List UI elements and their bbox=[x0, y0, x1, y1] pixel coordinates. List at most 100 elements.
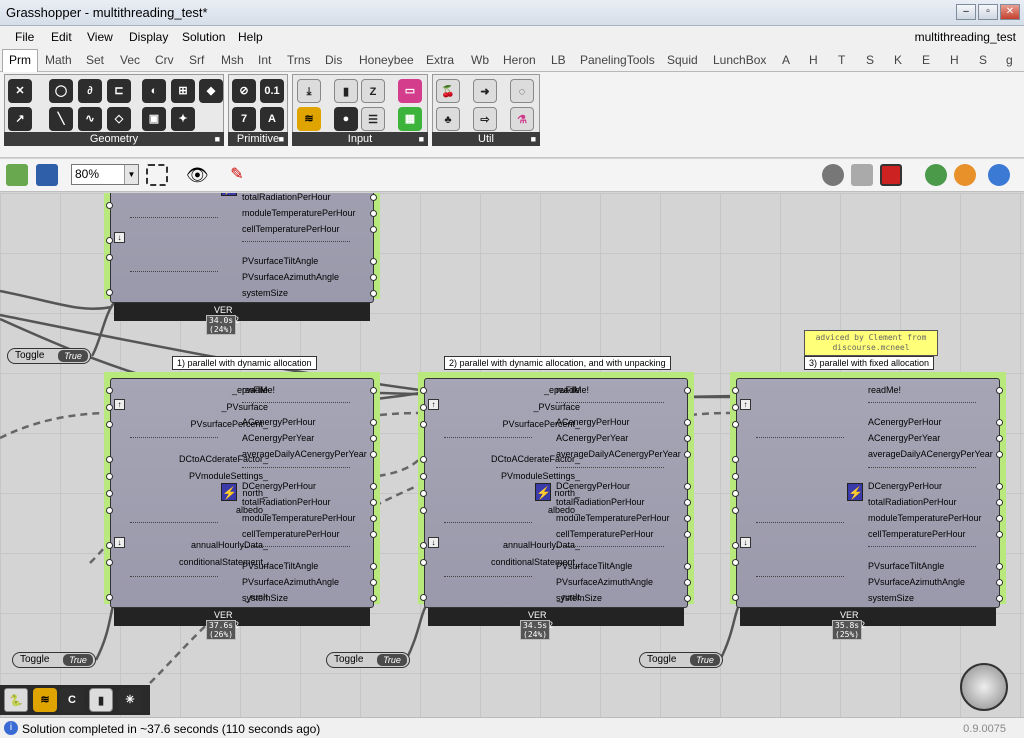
swatch-icon[interactable]: ▦ bbox=[398, 107, 422, 131]
tab-math[interactable]: Math bbox=[45, 53, 72, 67]
tab-trns[interactable]: Trns bbox=[287, 53, 311, 67]
input-port[interactable] bbox=[106, 473, 113, 480]
output-port[interactable] bbox=[684, 419, 691, 426]
output-port[interactable] bbox=[370, 595, 377, 602]
menu-solution[interactable]: Solution bbox=[182, 30, 225, 44]
output-port[interactable] bbox=[370, 435, 377, 442]
tab-h[interactable]: H bbox=[809, 53, 818, 67]
input-port[interactable] bbox=[732, 490, 739, 497]
output-port[interactable] bbox=[996, 435, 1003, 442]
data-icon[interactable]: Z bbox=[361, 79, 385, 103]
input-port[interactable] bbox=[732, 387, 739, 394]
panel-icon[interactable]: ▮ bbox=[334, 79, 358, 103]
tab-s2[interactable]: S bbox=[979, 53, 987, 67]
output-port[interactable] bbox=[370, 515, 377, 522]
input-port[interactable] bbox=[420, 473, 427, 480]
output-port[interactable] bbox=[684, 499, 691, 506]
output-port[interactable] bbox=[996, 595, 1003, 602]
vector-icon[interactable]: ↗ bbox=[8, 107, 32, 131]
mesh-tool-icon[interactable]: ✳ bbox=[118, 688, 142, 712]
csharp-icon[interactable]: C bbox=[60, 688, 84, 712]
output-port[interactable] bbox=[370, 499, 377, 506]
group-header-label[interactable]: 1) parallel with dynamic allocation bbox=[172, 356, 317, 370]
input-port[interactable] bbox=[420, 404, 427, 411]
output-port[interactable] bbox=[370, 579, 377, 586]
curve-icon[interactable]: ∂ bbox=[78, 79, 102, 103]
toggle-component[interactable]: Toggle True bbox=[326, 652, 410, 668]
number-icon[interactable]: 0.1 bbox=[260, 79, 284, 103]
input-port[interactable] bbox=[420, 507, 427, 514]
input-port[interactable] bbox=[106, 490, 113, 497]
tab-lunchbox[interactable]: LunchBox bbox=[713, 53, 766, 67]
tab-s[interactable]: S bbox=[866, 53, 874, 67]
input-port[interactable] bbox=[106, 542, 113, 549]
minimize-button[interactable]: – bbox=[956, 4, 976, 20]
output-port[interactable] bbox=[370, 274, 377, 281]
input-port[interactable] bbox=[106, 507, 113, 514]
import-icon[interactable]: ⤓ bbox=[297, 79, 321, 103]
tab-g[interactable]: g bbox=[1006, 53, 1013, 67]
output-port[interactable] bbox=[684, 563, 691, 570]
input-port[interactable] bbox=[732, 404, 739, 411]
tab-crv[interactable]: Crv bbox=[155, 53, 174, 67]
mesh-icon[interactable]: ⊞ bbox=[171, 79, 195, 103]
output-port[interactable] bbox=[684, 451, 691, 458]
canvas[interactable]: _epwFile _PVsurface PVsurfacePercent_ DCtoA… bbox=[0, 193, 1024, 717]
point-icon[interactable]: ✕ bbox=[8, 79, 32, 103]
color-icon[interactable] bbox=[954, 164, 976, 186]
input-port[interactable] bbox=[732, 559, 739, 566]
geometry-icon[interactable]: ✦ bbox=[171, 107, 195, 131]
python-icon[interactable]: 🐍 bbox=[4, 688, 28, 712]
output-port[interactable] bbox=[996, 515, 1003, 522]
input-port[interactable] bbox=[732, 507, 739, 514]
output-port[interactable] bbox=[370, 226, 377, 233]
cherry-icon[interactable]: 🍒 bbox=[436, 79, 460, 103]
circle-icon[interactable]: ◯ bbox=[49, 79, 73, 103]
input-port[interactable] bbox=[106, 387, 113, 394]
output-port[interactable] bbox=[684, 515, 691, 522]
galapagos-icon[interactable]: ◌ bbox=[510, 79, 534, 103]
tab-e[interactable]: E bbox=[922, 53, 930, 67]
box-icon[interactable]: ▣ bbox=[142, 107, 166, 131]
tab-set[interactable]: Set bbox=[86, 53, 104, 67]
graph-mapper-icon[interactable]: ≋ bbox=[297, 107, 321, 131]
close-button[interactable]: ✕ bbox=[1000, 4, 1020, 20]
output-port[interactable] bbox=[996, 579, 1003, 586]
tree-icon[interactable]: ♣ bbox=[436, 107, 460, 131]
eye-icon[interactable]: 👁 bbox=[186, 164, 209, 186]
arc-icon[interactable]: ⊏ bbox=[107, 79, 131, 103]
arrow-right-icon[interactable]: ➜ bbox=[473, 79, 497, 103]
input-port[interactable] bbox=[732, 421, 739, 428]
input-port[interactable] bbox=[420, 456, 427, 463]
tab-srf[interactable]: Srf bbox=[189, 53, 204, 67]
input-port[interactable] bbox=[106, 594, 113, 601]
tab-wb[interactable]: Wb bbox=[471, 53, 489, 67]
arrow-outline-icon[interactable]: ⇨ bbox=[473, 107, 497, 131]
group-header-label[interactable]: 2) parallel with dynamic allocation, and… bbox=[444, 356, 671, 370]
tab-t[interactable]: T bbox=[838, 53, 845, 67]
input-port[interactable] bbox=[106, 456, 113, 463]
toggle-component[interactable]: Toggle True bbox=[7, 348, 91, 364]
flask-icon[interactable]: ⚗ bbox=[510, 107, 534, 131]
zoom-extents-icon[interactable] bbox=[146, 164, 168, 186]
output-port[interactable] bbox=[996, 531, 1003, 538]
output-port[interactable] bbox=[684, 531, 691, 538]
input-port[interactable] bbox=[420, 594, 427, 601]
menu-file[interactable]: File bbox=[15, 30, 34, 44]
input-port[interactable] bbox=[420, 387, 427, 394]
output-port[interactable] bbox=[996, 451, 1003, 458]
output-port[interactable] bbox=[996, 499, 1003, 506]
input-port[interactable] bbox=[732, 456, 739, 463]
output-port[interactable] bbox=[996, 387, 1003, 394]
tab-dis[interactable]: Dis bbox=[325, 53, 342, 67]
menu-view[interactable]: View bbox=[87, 30, 113, 44]
output-port[interactable] bbox=[996, 483, 1003, 490]
maximize-button[interactable]: ▫ bbox=[978, 4, 998, 20]
navigation-gizmo[interactable] bbox=[960, 663, 1008, 711]
plane-icon[interactable]: ◇ bbox=[107, 107, 131, 131]
tab-lb[interactable]: LB bbox=[551, 53, 566, 67]
tab-panelingtools[interactable]: PanelingTools bbox=[580, 53, 655, 67]
output-port[interactable] bbox=[370, 258, 377, 265]
input-port[interactable] bbox=[420, 542, 427, 549]
note-panel[interactable]: adviced by Clement from discourse.mcneel bbox=[804, 330, 938, 356]
